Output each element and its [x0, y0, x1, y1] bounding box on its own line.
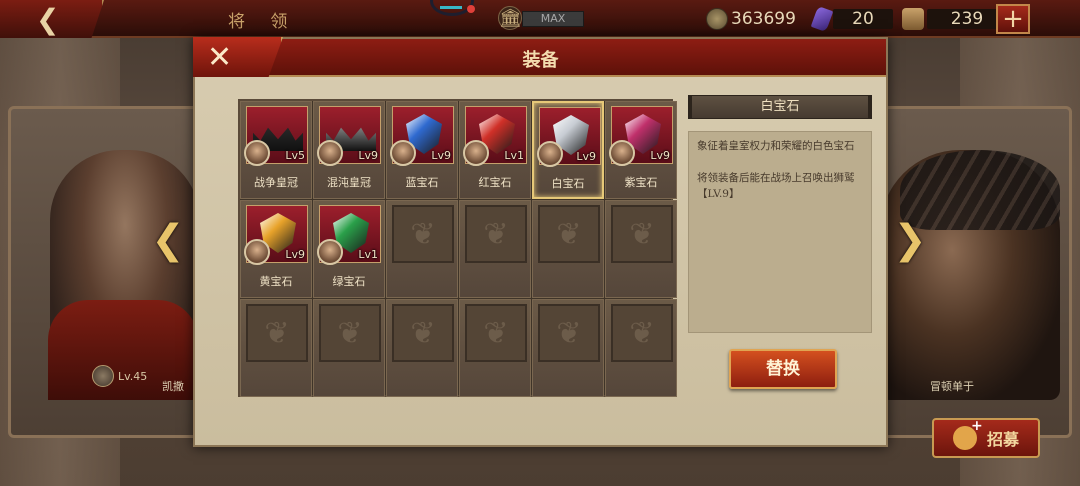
- equipment-level: Lv9: [650, 149, 670, 162]
- equipment-name: 混沌皇冠: [327, 176, 371, 189]
- empty-equipment-slot[interactable]: ❦: [605, 299, 677, 397]
- coin-value: 363699: [731, 9, 796, 29]
- hero-level-text: Lv.45: [118, 369, 148, 383]
- owner-portrait-icon: [317, 140, 343, 166]
- equipment-slot[interactable]: Lv9 混沌皇冠: [313, 101, 385, 199]
- hero-level-badge: Lv.45: [92, 364, 154, 388]
- laurel-icon: ❦: [538, 304, 600, 362]
- laurel-icon: ❦: [538, 205, 600, 263]
- back-button[interactable]: ❮: [0, 0, 104, 38]
- laurel-icon: ❦: [465, 205, 527, 263]
- owner-portrait-icon: [537, 141, 563, 167]
- next-hero-arrow-icon[interactable]: ❯: [892, 217, 928, 263]
- empty-equipment-slot[interactable]: ❦: [386, 200, 458, 298]
- equipment-slot[interactable]: Lv9 黄宝石: [240, 200, 312, 298]
- food-value: 239: [927, 9, 1007, 29]
- equipment-grid: Lv5 战争皇冠 Lv9 混沌皇冠 Lv9 蓝宝石 Lv1 红宝石 Lv9 白宝石 Lv9 紫宝石 Lv…: [238, 99, 677, 397]
- equipment-slot[interactable]: Lv1 绿宝石: [313, 200, 385, 298]
- equipment-modal: 装备 ✕ Lv5 战争皇冠 Lv9 混沌皇冠 Lv9 蓝宝石 Lv1 红宝石 Lv9 白宝石 Lv9…: [193, 37, 888, 447]
- equipment-slot[interactable]: Lv1 红宝石: [459, 101, 531, 199]
- detail-title: 白宝石: [688, 95, 872, 119]
- detail-effect: 将领装备后能在战场上召唤出狮鹫【LV.9】: [697, 172, 855, 200]
- laurel-icon: ❦: [319, 304, 381, 362]
- empty-equipment-slot[interactable]: ❦: [459, 200, 531, 298]
- previous-hero-arrow-icon[interactable]: ❮: [150, 217, 186, 263]
- back-arrow-icon: ❮: [36, 2, 60, 36]
- shield-icon: [92, 365, 114, 387]
- replace-button[interactable]: 替换: [729, 349, 837, 389]
- food-resource: 239: [902, 8, 1007, 30]
- page-title: 将 领: [228, 12, 298, 32]
- gem-value: 20: [833, 9, 893, 29]
- laurel-icon: ❦: [611, 205, 673, 263]
- food-icon: [902, 8, 924, 30]
- equipment-slot[interactable]: Lv9 蓝宝石: [386, 101, 458, 199]
- equipment-level: Lv1: [504, 149, 524, 162]
- gem-resource: 20: [810, 5, 893, 33]
- equipment-level: Lv9: [358, 149, 378, 162]
- hero-name-right: 冒顿单于: [930, 380, 974, 393]
- laurel-icon: ❦: [611, 304, 673, 362]
- equipment-name: 紫宝石: [624, 176, 658, 189]
- laurel-icon: ❦: [392, 205, 454, 263]
- equipment-level: Lv1: [358, 248, 378, 261]
- modal-header: 装备: [195, 39, 886, 77]
- gem-icon: [810, 5, 834, 33]
- close-icon: ✕: [207, 39, 233, 75]
- owner-portrait-icon: [317, 239, 343, 265]
- detail-description: 象征着皇室权力和荣耀的白色宝石: [697, 140, 855, 152]
- close-button[interactable]: ✕: [193, 37, 283, 77]
- equipment-name: 绿宝石: [332, 275, 366, 288]
- owner-portrait-icon: [463, 140, 489, 166]
- equipment-slot[interactable]: Lv9 白宝石: [532, 101, 604, 199]
- level-status-bar: MAX: [522, 11, 584, 27]
- equipment-level: Lv9: [431, 149, 451, 162]
- laurel-icon: ❦: [246, 304, 308, 362]
- coin-resource: 363699: [706, 8, 796, 30]
- modal-title: 装备: [522, 50, 559, 71]
- empty-equipment-slot[interactable]: ❦: [459, 299, 531, 397]
- empty-equipment-slot[interactable]: ❦: [386, 299, 458, 397]
- equipment-level: Lv9: [285, 248, 305, 261]
- hero-name-left: 凯撒: [162, 380, 184, 393]
- empty-equipment-slot[interactable]: ❦: [313, 299, 385, 397]
- coin-icon: [706, 8, 728, 30]
- equipment-name: 红宝石: [478, 176, 512, 189]
- recruit-icon: [952, 418, 983, 450]
- laurel-icon: ❦: [465, 304, 527, 362]
- empty-equipment-slot[interactable]: ❦: [532, 299, 604, 397]
- orb-indicator: [440, 6, 462, 9]
- empty-equipment-slot[interactable]: ❦: [605, 200, 677, 298]
- equipment-level: Lv5: [285, 149, 305, 162]
- equipment-slot[interactable]: Lv5 战争皇冠: [240, 101, 312, 199]
- owner-portrait-icon: [390, 140, 416, 166]
- equipment-name: 蓝宝石: [405, 176, 439, 189]
- notification-dot-icon: [467, 5, 475, 13]
- equipment-level: Lv9: [576, 150, 596, 163]
- recruit-button[interactable]: 招募: [932, 418, 1040, 458]
- empty-equipment-slot[interactable]: ❦: [532, 200, 604, 298]
- top-bar: ❮ 将 领 🏛 MAX 363699 20 239 +: [0, 0, 1080, 38]
- add-resource-button[interactable]: +: [996, 4, 1030, 34]
- equipment-name: 黄宝石: [259, 275, 293, 288]
- owner-portrait-icon: [244, 140, 270, 166]
- building-icon[interactable]: 🏛: [498, 6, 522, 30]
- owner-portrait-icon: [609, 140, 635, 166]
- empty-equipment-slot[interactable]: ❦: [240, 299, 312, 397]
- equipment-name: 白宝石: [551, 177, 585, 190]
- equipment-name: 战争皇冠: [254, 176, 298, 189]
- detail-description-box: 象征着皇室权力和荣耀的白色宝石 将领装备后能在战场上召唤出狮鹫【LV.9】: [688, 131, 872, 333]
- laurel-icon: ❦: [392, 304, 454, 362]
- plus-icon: +: [1002, 4, 1024, 34]
- owner-portrait-icon: [244, 239, 270, 265]
- equipment-slot[interactable]: Lv9 紫宝石: [605, 101, 677, 199]
- recruit-label: 招募: [986, 430, 1019, 449]
